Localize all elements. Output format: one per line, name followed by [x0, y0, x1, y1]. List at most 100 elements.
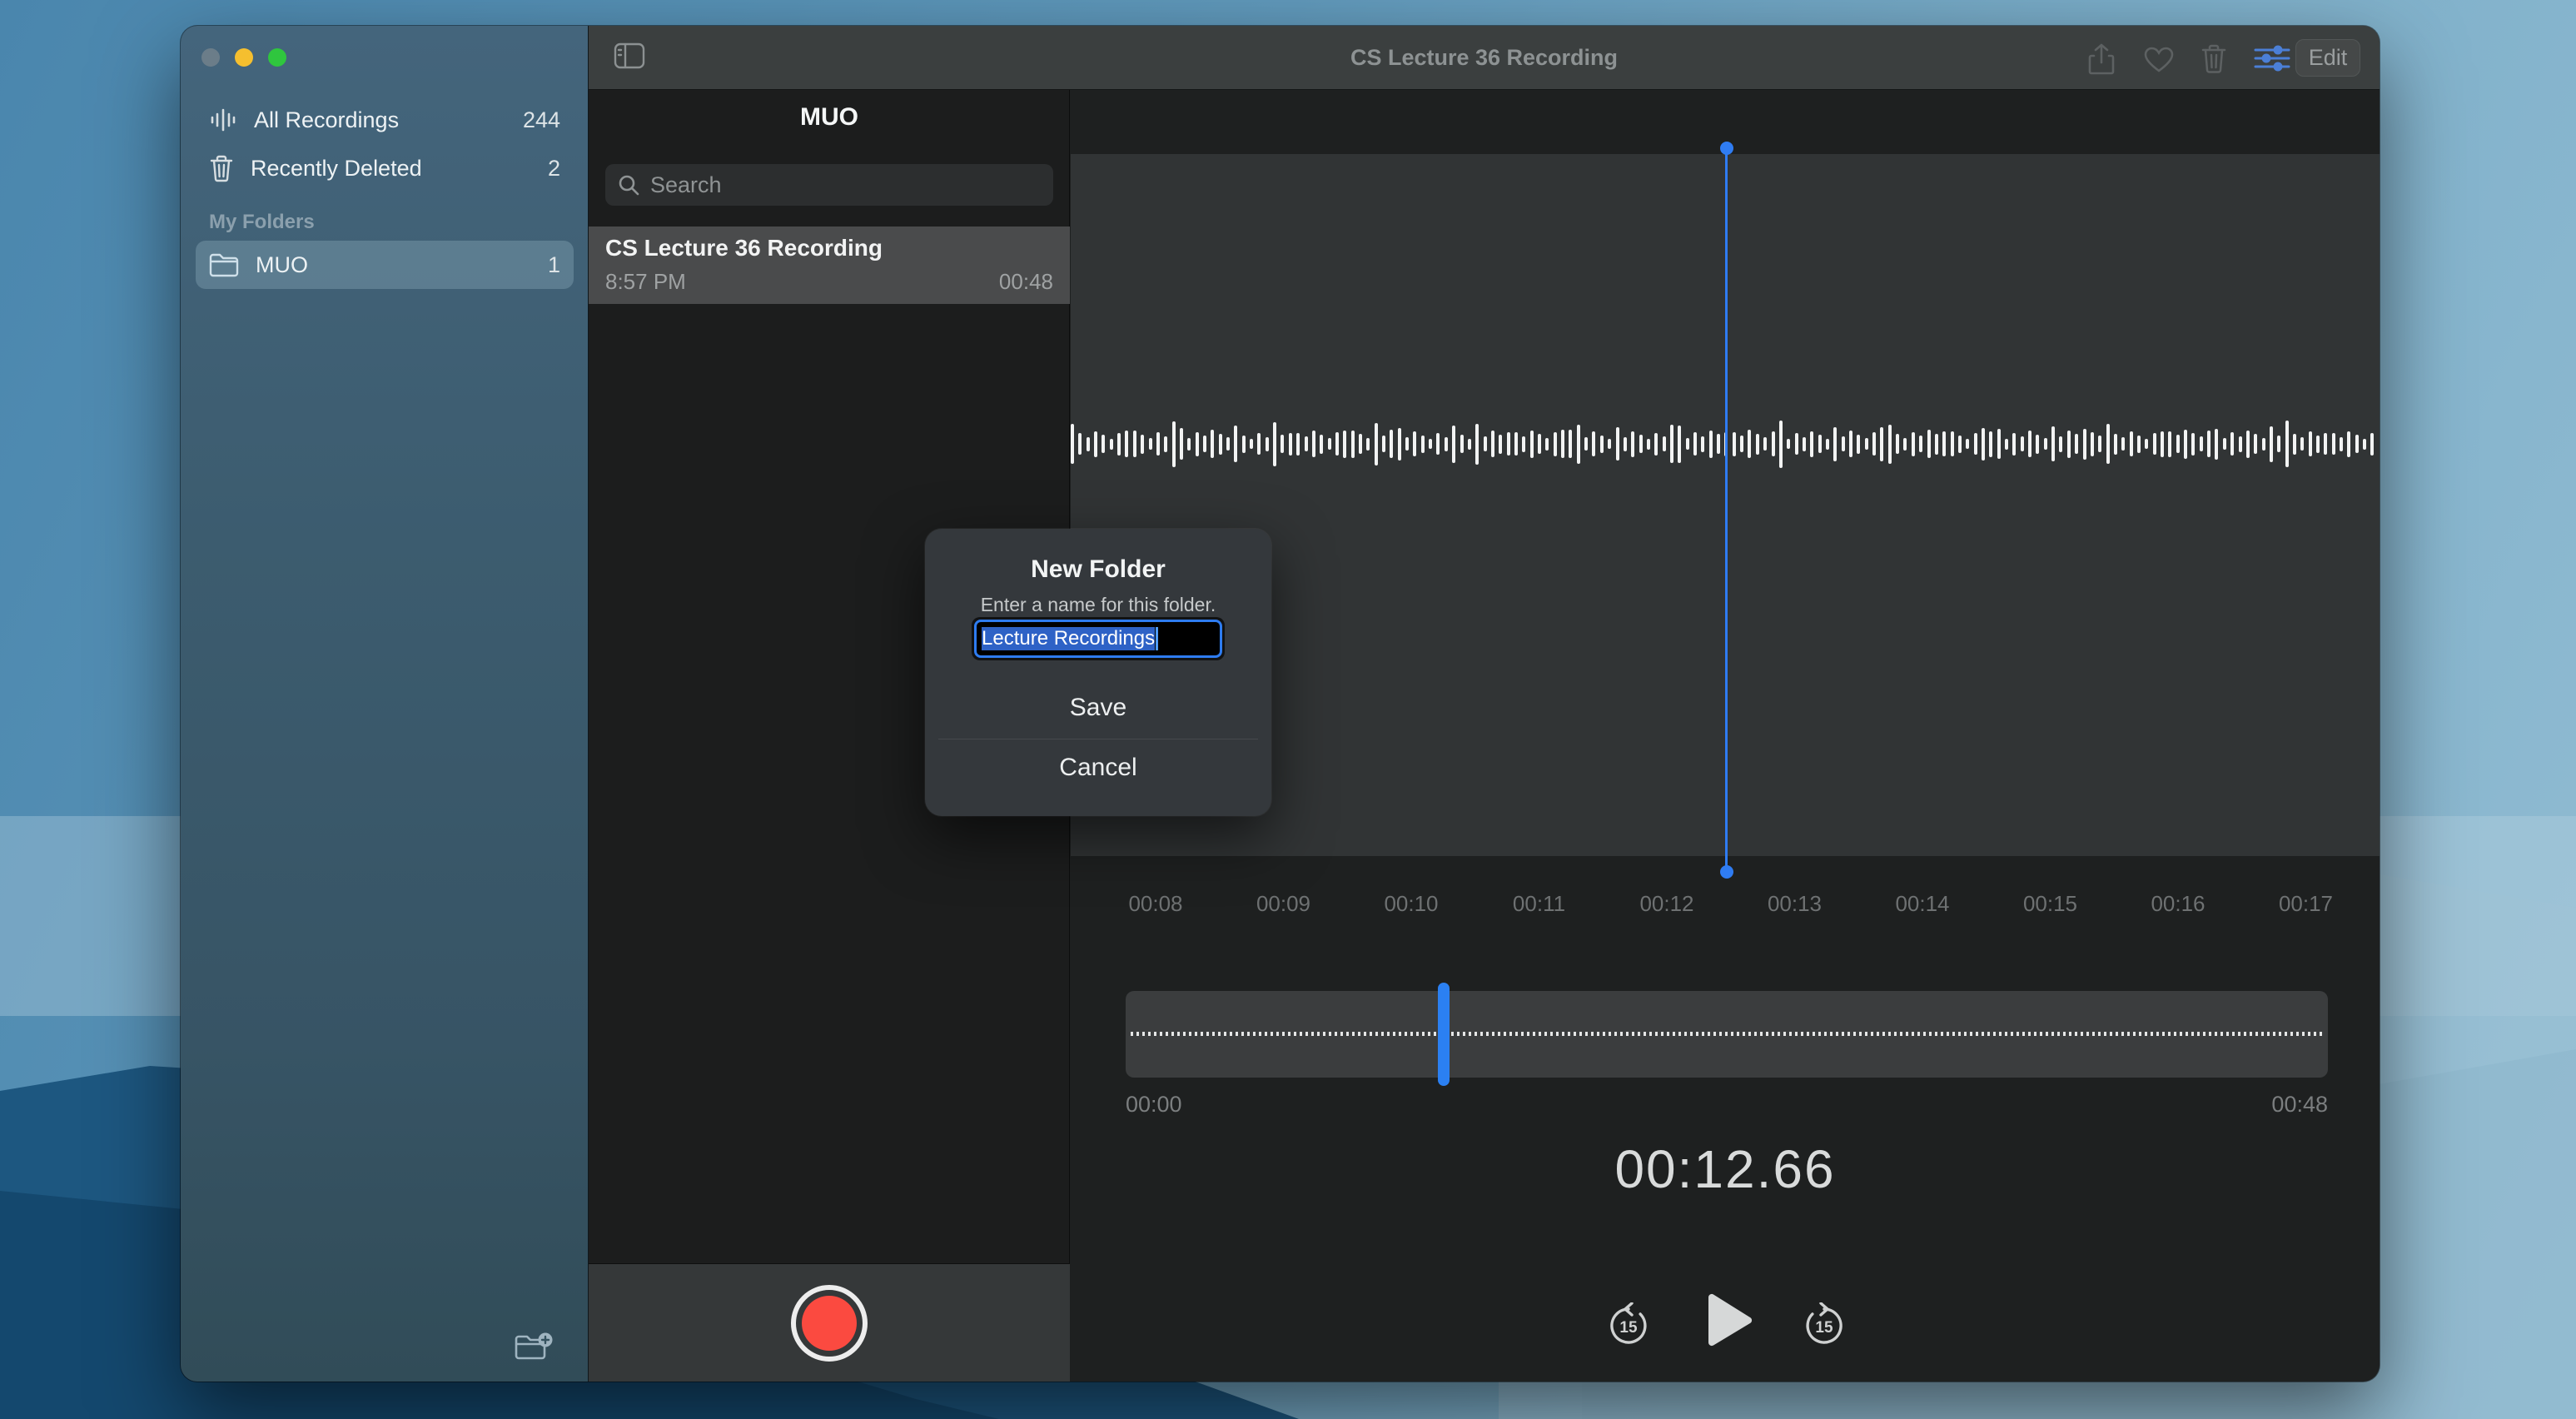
ruler-tick	[2127, 859, 2129, 870]
favorite-heart-icon[interactable]	[2143, 46, 2175, 77]
search-input[interactable]	[650, 172, 1042, 198]
waveform-bar	[2309, 431, 2312, 456]
waveform-bar	[1608, 439, 1611, 449]
waveform-bar	[1989, 431, 1992, 457]
sidebar-item-label: Recently Deleted	[251, 156, 422, 182]
waveform-bar	[1305, 436, 1308, 451]
waveform-bar	[1234, 426, 1237, 462]
cancel-button[interactable]: Cancel	[925, 754, 1271, 782]
waveform-bar	[1281, 435, 1284, 453]
waveform-bar	[2075, 434, 2078, 454]
waveform-bar	[1071, 424, 1074, 464]
ruler-tick	[1769, 859, 1771, 870]
skip-back-15-button[interactable]: 15	[1607, 1302, 1650, 1347]
ruler-tick	[1872, 859, 1873, 870]
ruler-tick	[1693, 859, 1694, 870]
current-time-display: 00:12.66	[1071, 1138, 2380, 1200]
skip-forward-15-button[interactable]: 15	[1803, 1302, 1846, 1347]
waveform-bar	[1296, 433, 1300, 456]
waveform-bar	[1507, 432, 1510, 456]
scrubber-end-time: 00:48	[2245, 1092, 2328, 1118]
edit-button[interactable]: Edit	[2295, 39, 2360, 77]
overview-scrubber[interactable]	[1126, 991, 2328, 1078]
waveform-bar	[1328, 438, 1331, 450]
ruler-tick	[1335, 859, 1336, 870]
scrubber-playhead[interactable]	[1438, 983, 1450, 1086]
ruler-tick	[1462, 859, 1464, 870]
ruler-label: 00:09	[1234, 891, 1334, 917]
ruler-tick	[1897, 859, 1898, 870]
waveform-bar	[2176, 435, 2180, 453]
waveform-bar	[1133, 431, 1136, 457]
waveform-bar	[2067, 431, 2071, 458]
waveform-bar	[1966, 439, 1969, 449]
waveform-bar	[2091, 432, 2094, 456]
ruler-label: 00:13	[1745, 891, 1845, 917]
playhead-handle-bottom[interactable]	[1720, 865, 1733, 879]
waveform-bar	[1670, 425, 1673, 463]
waveform-bar	[2262, 438, 2265, 451]
new-folder-icon[interactable]	[514, 1332, 554, 1365]
recording-time: 8:57 PM	[605, 269, 686, 295]
waveform-bar	[1896, 434, 1899, 454]
waveform-bar	[1429, 439, 1432, 449]
record-button[interactable]	[791, 1285, 868, 1362]
play-button[interactable]	[1705, 1292, 1753, 1347]
minimize-window-button[interactable]	[235, 48, 253, 67]
ruler-tick	[2280, 859, 2282, 870]
my-folders-section-label: My Folders	[209, 211, 315, 234]
share-icon[interactable]	[2087, 42, 2119, 74]
ruler-tick	[2306, 859, 2308, 879]
sidebar-item-folder-muo[interactable]: MUO 1	[196, 241, 574, 289]
waveform-bar	[2137, 436, 2141, 453]
ruler-label: 00:15	[2001, 891, 2101, 917]
folder-name-input[interactable]: Lecture Recordings	[974, 620, 1222, 658]
waveform-bar	[1701, 436, 1704, 452]
sidebar-item-label: MUO	[256, 252, 308, 278]
waveform-bar	[1833, 427, 1837, 461]
search-field[interactable]	[605, 164, 1053, 206]
waveform-bar	[1756, 434, 1759, 455]
waveform-bar	[2044, 438, 2047, 450]
ruler-tick	[1156, 859, 1157, 879]
delete-trash-icon[interactable]	[2201, 42, 2232, 74]
waveform-bar	[1078, 433, 1082, 455]
ruler-tick	[1948, 859, 1950, 870]
playhead-line[interactable]	[1725, 148, 1728, 872]
recording-list-item[interactable]: CS Lecture 36 Recording 8:57 PM 00:48	[589, 227, 1070, 304]
waveform-bar	[1880, 427, 1883, 461]
sidebar-item-count: 244	[523, 107, 560, 133]
waveform-bar	[2191, 433, 2195, 456]
playback-settings-icon[interactable]	[2254, 44, 2285, 76]
waveform-bar	[1499, 435, 1502, 454]
ruler-tick	[2357, 859, 2359, 870]
waveform-bar	[2028, 431, 2031, 457]
waveform-bar	[1616, 427, 1619, 461]
ruler-tick	[1130, 859, 1131, 870]
waveform-bar	[1312, 431, 1315, 457]
waveform-bar	[1530, 431, 1534, 458]
ruler-tick	[1718, 859, 1719, 870]
waveform-bar	[1413, 431, 1416, 456]
ruler-tick	[1232, 859, 1234, 870]
waveform-bar	[1102, 435, 1105, 453]
waveform-bar	[1522, 436, 1525, 452]
waveform-bar	[1569, 430, 1572, 458]
waveform-bar	[1452, 426, 1455, 463]
voice-memos-window: All Recordings 244 Recently Deleted 2 My…	[181, 26, 2380, 1382]
recording-title: CS Lecture 36 Recording	[605, 235, 1053, 261]
waveform-bar	[1678, 426, 1681, 463]
waveform-bar	[1257, 433, 1261, 455]
close-window-button[interactable]	[201, 48, 220, 67]
waveform-bar	[2223, 438, 2226, 450]
sidebar-item-all-recordings[interactable]: All Recordings 244	[196, 96, 574, 144]
svg-text:15: 15	[1619, 1319, 1638, 1337]
waveform-bar	[1842, 436, 1845, 451]
zoom-window-button[interactable]	[268, 48, 286, 67]
playhead-handle-top[interactable]	[1720, 142, 1733, 155]
sidebar-item-recently-deleted[interactable]: Recently Deleted 2	[196, 144, 574, 192]
save-button[interactable]: Save	[925, 694, 1271, 722]
waveform-bar	[2332, 433, 2335, 455]
folder-icon	[209, 252, 239, 277]
svg-text:15: 15	[1815, 1319, 1833, 1337]
